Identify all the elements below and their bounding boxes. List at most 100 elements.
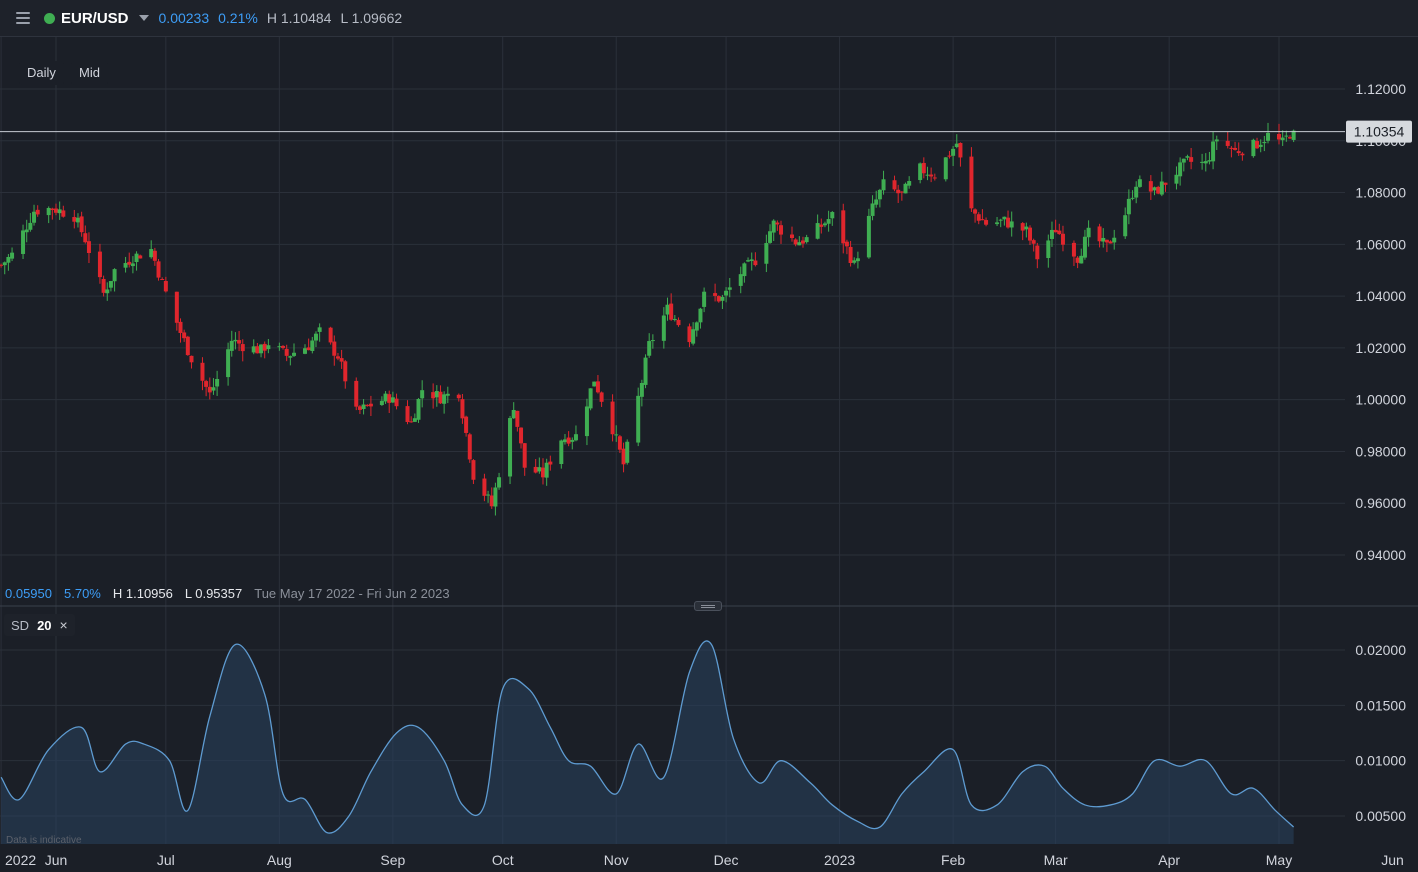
candle-body: [537, 467, 542, 472]
candle-body: [182, 332, 187, 339]
header-change: 0.00233: [158, 10, 210, 26]
candle-body: [508, 418, 513, 477]
range-stats: 0.05950 5.70% H 1.10956 L 0.95357 Tue Ma…: [5, 586, 450, 601]
candle-body: [306, 347, 311, 351]
candle-body: [28, 222, 33, 230]
candle-body: [189, 355, 194, 363]
candle-body: [10, 252, 15, 259]
candle-body: [1053, 229, 1058, 233]
candle-body: [775, 222, 780, 225]
candle-body: [742, 263, 747, 277]
candle-body: [877, 189, 882, 200]
candle-body: [1178, 162, 1183, 177]
pane-resize-handle[interactable]: [694, 601, 722, 611]
sd-tick-label: 0.01000: [1355, 753, 1406, 769]
candle-body: [1071, 242, 1076, 257]
instrument-symbol[interactable]: EUR/USD: [61, 10, 129, 27]
candle-body: [1060, 233, 1065, 245]
candle-body: [1075, 257, 1080, 263]
candle-body: [954, 143, 959, 147]
candle-body: [844, 241, 849, 247]
candle-body: [339, 358, 344, 362]
candle-body: [702, 291, 707, 307]
candle-body: [610, 401, 615, 435]
chart-canvas[interactable]: 1.120001.100001.080001.060001.040001.020…: [0, 37, 1418, 872]
caret-down-icon[interactable]: [138, 15, 149, 21]
time-tick-label: Sep: [380, 852, 405, 868]
candle-body: [1046, 240, 1051, 259]
candle-body: [72, 217, 77, 222]
candle-body: [35, 209, 40, 215]
candle-body: [0, 264, 4, 266]
candle-body: [21, 230, 26, 254]
candle-body: [335, 356, 340, 359]
candle-body: [46, 207, 51, 216]
candle-body: [420, 390, 425, 399]
candle-body: [310, 340, 315, 351]
candle-body: [1137, 179, 1142, 187]
price-tick-label: 1.12000: [1355, 81, 1406, 97]
candle-body: [903, 183, 908, 194]
sd-tick-label: 0.00500: [1355, 808, 1406, 824]
indicator-name: SD: [11, 617, 30, 633]
sd-area-fill: [1, 640, 1294, 844]
candle-body: [394, 398, 399, 407]
candle-body: [467, 434, 472, 460]
candle-body: [390, 397, 395, 403]
candle-body: [317, 327, 322, 332]
candle-body: [958, 142, 963, 158]
range-low: L 0.95357: [184, 586, 243, 601]
candle-body: [771, 220, 776, 233]
candle-body: [1262, 142, 1267, 144]
candle-body: [1181, 158, 1186, 163]
candle-body: [559, 440, 564, 465]
candle-body: [918, 163, 923, 181]
candle-body: [434, 391, 439, 398]
time-tick-label: Jun: [45, 852, 68, 868]
candle-body: [768, 231, 773, 243]
range-dates: Tue May 17 2022 - Fri Jun 2 2023: [254, 586, 450, 601]
time-tick-label: May: [1266, 852, 1292, 868]
price-type-selector[interactable]: Mid: [71, 61, 108, 85]
candle-body: [1082, 236, 1087, 258]
candle-body: [302, 348, 307, 354]
interval-selector[interactable]: Daily: [19, 61, 64, 85]
candle-body: [1035, 245, 1040, 260]
candle-body: [614, 434, 619, 436]
candle-body: [277, 346, 282, 348]
time-tick-label: Feb: [941, 852, 965, 868]
candle-body: [1123, 215, 1128, 237]
candle-body: [951, 148, 956, 156]
candle-body: [482, 478, 487, 496]
candle-body: [1211, 141, 1216, 162]
candle-body: [1251, 139, 1256, 157]
candle-body: [764, 243, 769, 264]
indicator-label[interactable]: SD 20 ×: [4, 614, 75, 636]
candle-body: [1097, 226, 1102, 242]
candle-body: [599, 392, 604, 402]
time-tick-label: Mar: [1044, 852, 1068, 868]
candle-body: [1284, 135, 1289, 137]
candle-body: [980, 219, 985, 221]
hamburger-menu-icon[interactable]: [16, 12, 30, 24]
candle-body: [665, 304, 670, 315]
candle-body: [921, 162, 926, 174]
candle-body: [405, 406, 410, 422]
candle-body: [511, 409, 516, 419]
candle-body: [255, 346, 260, 354]
time-tick-label: Dec: [714, 852, 739, 868]
candle-body: [383, 393, 388, 402]
candle-body: [207, 386, 212, 393]
candle-body: [174, 291, 179, 323]
time-tick-label: Nov: [604, 852, 629, 868]
close-icon[interactable]: ×: [60, 617, 68, 633]
candle-body: [815, 223, 820, 239]
candle-body: [943, 157, 948, 180]
candle-body: [61, 210, 66, 217]
candle-body: [753, 260, 758, 266]
candle-body: [1229, 147, 1234, 149]
candle-body: [676, 319, 681, 326]
candle-body: [694, 322, 699, 331]
candle-body: [1101, 237, 1106, 242]
candle-body: [262, 343, 267, 351]
